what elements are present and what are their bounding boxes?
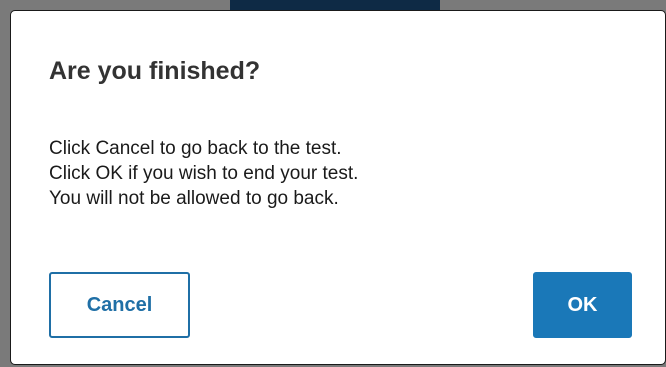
message-line-ok: Click OK if you wish to end your test.: [49, 163, 359, 184]
dialog-title: Are you finished?: [49, 57, 261, 85]
dialog-message: Click Cancel to go back to the test. Cli…: [49, 136, 358, 211]
cancel-button[interactable]: Cancel: [49, 272, 190, 338]
confirm-dialog: Are you finished? Click Cancel to go bac…: [10, 10, 666, 365]
ok-button[interactable]: OK: [533, 272, 632, 338]
message-line-warning: You will not be allowed to go back.: [49, 188, 339, 209]
message-line-cancel: Click Cancel to go back to the test.: [49, 138, 342, 159]
